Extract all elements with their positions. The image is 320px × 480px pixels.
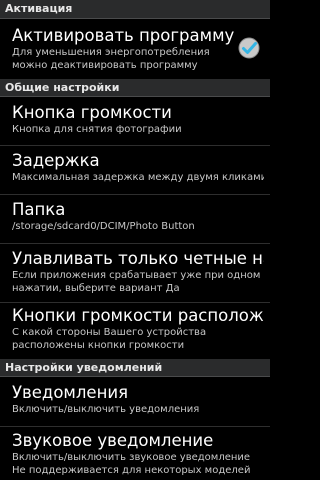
pref-title: Задержка xyxy=(12,151,100,170)
pref-summary: Включить/выключить уведомления xyxy=(12,404,200,415)
pref-title: Активировать программу xyxy=(12,26,235,45)
pref-notifications[interactable]: Уведомления Включить/выключить уведомлен… xyxy=(0,383,270,421)
pref-delay[interactable]: Задержка Максимальная задержка между дву… xyxy=(0,151,270,189)
pref-summary: Максимальная задержка между двумя кликам… xyxy=(12,172,264,183)
activate-checkbox[interactable] xyxy=(236,35,262,61)
pref-summary: /storage/sdcard0/DCIM/Photo Button xyxy=(12,221,195,232)
section-header-general: Общие настройки xyxy=(0,79,270,97)
pref-summary: можно деактивировать программу xyxy=(12,59,198,71)
pref-summary: Не поддерживается для некоторых моделей xyxy=(12,464,251,476)
pref-summary: Кнопка для снятия фотографии xyxy=(12,124,182,135)
pref-volume-button[interactable]: Кнопка громкости Кнопка для снятия фотог… xyxy=(0,103,270,141)
pref-summary: Для уменьшения энергопотребления xyxy=(12,47,210,58)
pref-button-location[interactable]: Кнопки громкости расположен С какой стор… xyxy=(0,306,270,356)
divider xyxy=(0,194,270,195)
divider xyxy=(0,243,270,244)
pref-summary: Включить/выключить звуковое уведомление xyxy=(12,452,251,463)
checkmark-icon xyxy=(238,37,260,59)
pref-title: Кнопка громкости xyxy=(12,103,172,122)
divider xyxy=(0,426,270,427)
pref-title: Уведомления xyxy=(12,383,129,402)
pref-title: Улавливать только четные наж xyxy=(12,249,264,268)
pref-activate-program[interactable]: Активировать программу Для уменьшения эн… xyxy=(0,26,270,76)
pref-summary: С какой стороны Вашего устройства xyxy=(12,327,207,338)
section-header-activation: Активация xyxy=(0,0,270,19)
section-header-notifications: Настройки уведомлений xyxy=(0,359,270,377)
settings-screen: Активация Активировать программу Для уме… xyxy=(0,0,270,480)
pref-sound-notification[interactable]: Звуковое уведомление Включить/выключить … xyxy=(0,431,270,480)
pref-even-presses[interactable]: Улавливать только четные наж Если прилож… xyxy=(0,249,270,299)
pref-summary: нажатии, выберите вариант Да xyxy=(12,282,180,294)
pref-summary: расположены кнопки громкости xyxy=(12,339,185,351)
divider xyxy=(0,145,270,146)
pref-title: Папка xyxy=(12,200,66,219)
pref-title: Звуковое уведомление xyxy=(12,431,214,450)
pref-title: Кнопки громкости расположен xyxy=(12,306,264,325)
pref-summary: Если приложения срабатывает уже при одно… xyxy=(12,270,261,281)
pref-folder[interactable]: Папка /storage/sdcard0/DCIM/Photo Button xyxy=(0,200,270,238)
divider xyxy=(0,302,270,303)
